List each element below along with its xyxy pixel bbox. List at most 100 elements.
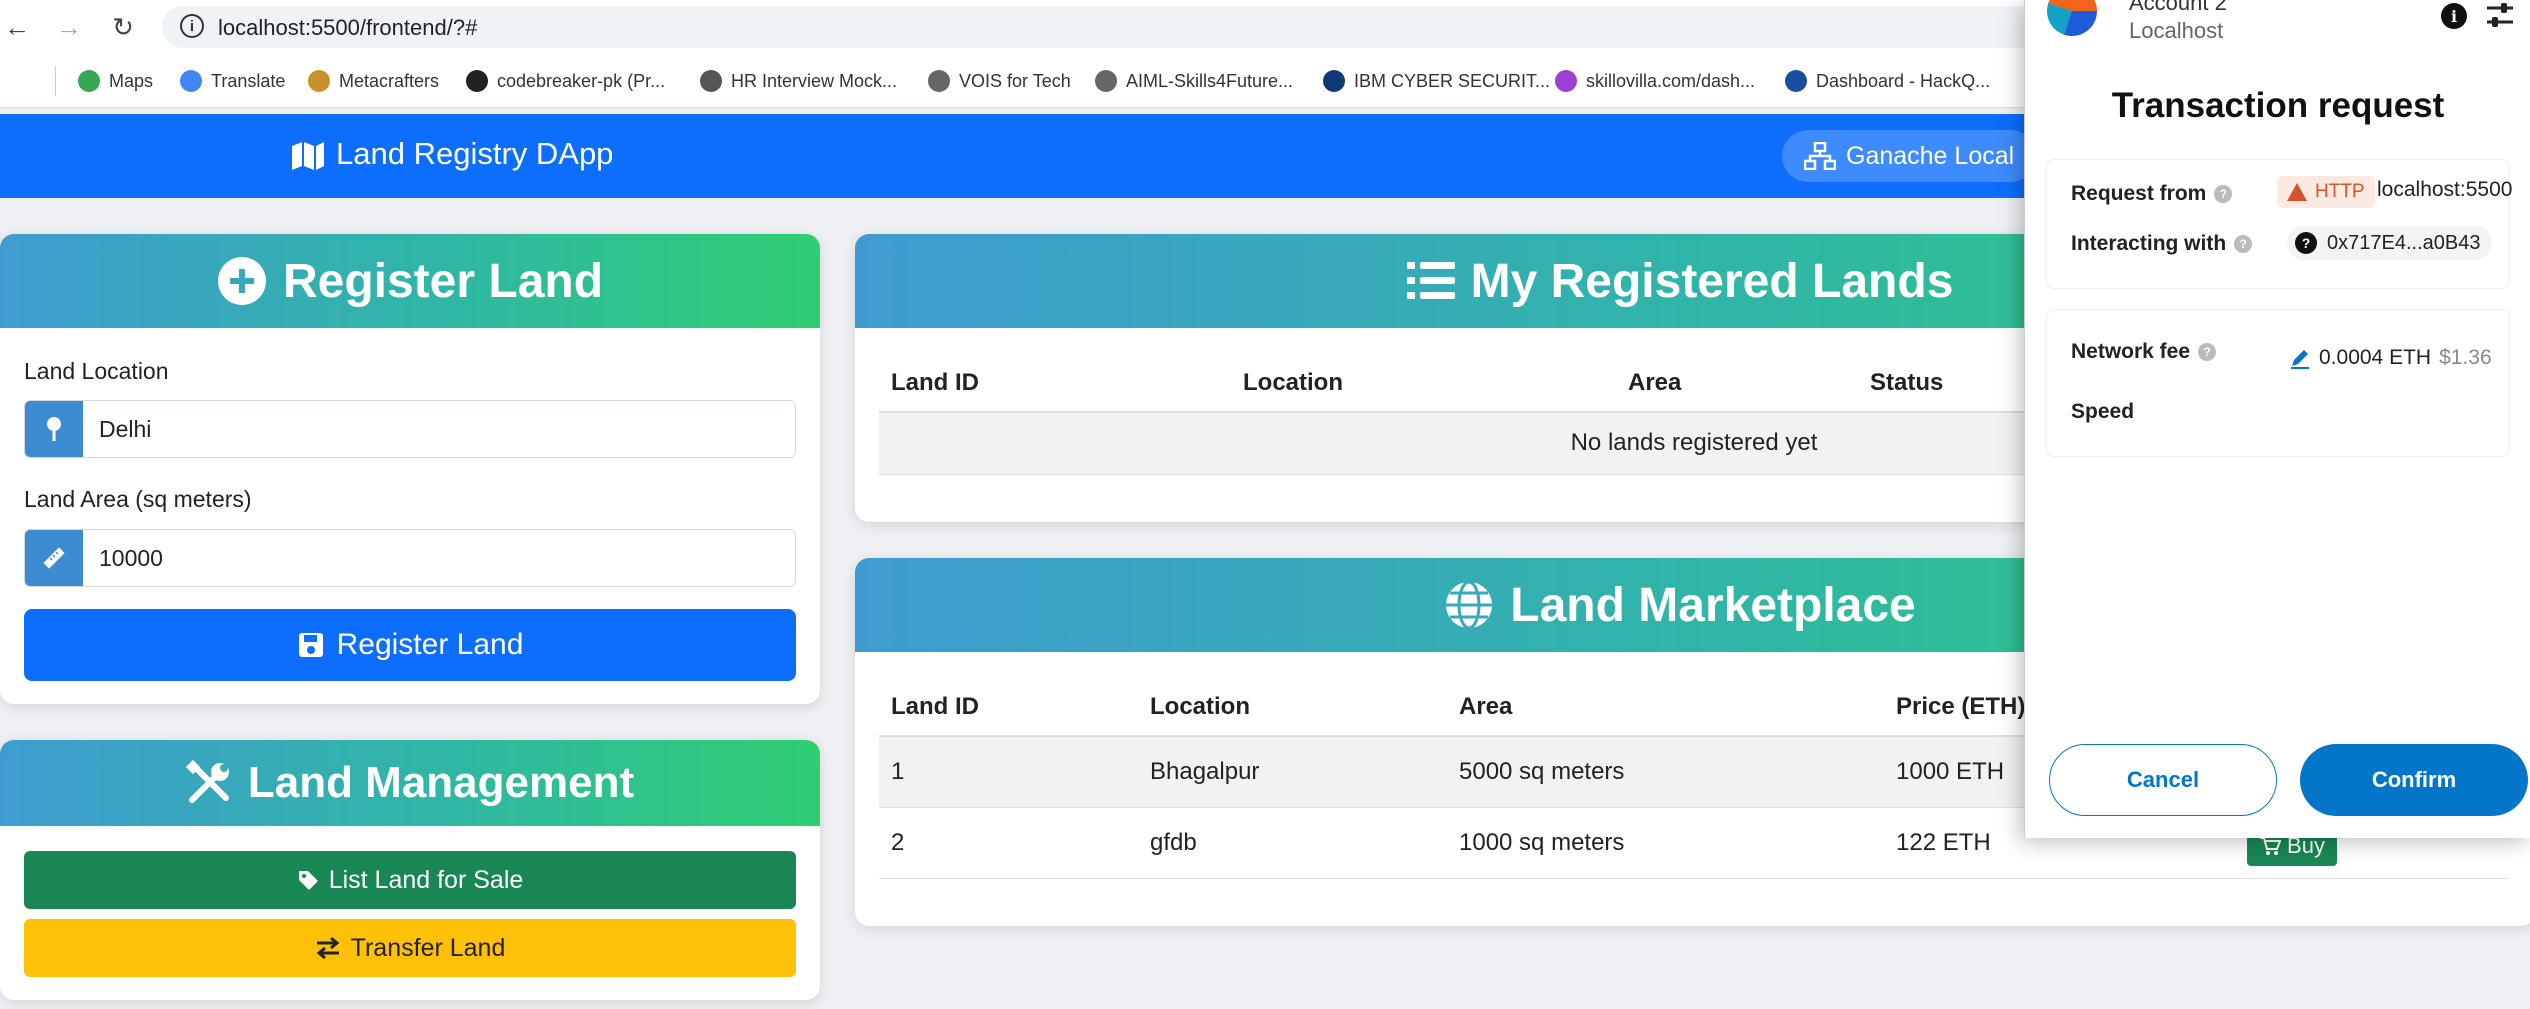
bookmark-item[interactable]: Dashboard - HackQ... xyxy=(1785,68,1990,94)
globe-icon xyxy=(1446,580,1493,630)
cart-icon xyxy=(2260,837,2282,855)
bookmark-label: Translate xyxy=(211,70,286,91)
request-from-label: Request from? xyxy=(2071,182,2233,206)
request-host: localhost:5500 xyxy=(2377,178,2513,201)
bookmark-item[interactable]: AIML-Skills4Future... xyxy=(1095,68,1293,94)
cell-area: 5000 sq meters xyxy=(1447,736,1884,808)
cell-land-id: 1 xyxy=(879,736,1138,808)
col-land-id: Land ID xyxy=(879,354,1231,413)
list-icon xyxy=(1406,262,1455,299)
network-badge: Ganache Local xyxy=(1782,130,2037,182)
bookmark-item[interactable]: VOIS for Tech xyxy=(928,68,1071,94)
land-management-title: Land Management xyxy=(247,758,635,807)
register-land-card: Register Land Land Location Delhi Land A… xyxy=(0,234,820,704)
bookmarks-divider xyxy=(55,66,56,96)
col-land-id: Land ID xyxy=(879,678,1138,737)
land-area-label: Land Area (sq meters) xyxy=(24,486,252,512)
ruler-icon xyxy=(25,530,83,586)
my-lands-title: My Registered Lands xyxy=(1470,254,1954,308)
skillovilla-icon xyxy=(1555,70,1577,92)
network-host: Localhost xyxy=(2129,18,2224,43)
land-location-label: Land Location xyxy=(24,358,169,384)
speed-label: Speed xyxy=(2071,400,2135,423)
land-area-field[interactable]: 10000 xyxy=(24,529,796,587)
translate-icon xyxy=(180,70,202,92)
brand-title: Land Registry DApp xyxy=(336,136,614,171)
metamask-popup: Account 2 Localhost i Transaction reques… xyxy=(2024,0,2530,838)
register-land-header: Register Land xyxy=(0,234,820,328)
yl-icon xyxy=(1323,70,1345,92)
plus-circle-icon xyxy=(217,257,266,305)
bookmark-item[interactable]: Maps xyxy=(78,68,153,94)
transfer-land-label: Transfer Land xyxy=(350,933,506,962)
back-icon[interactable]: ← xyxy=(0,10,34,44)
http-warning-badge: HTTP xyxy=(2277,176,2375,208)
bookmark-item[interactable]: Translate xyxy=(180,68,285,94)
unknown-contract-icon: ? xyxy=(2295,232,2317,254)
bookmark-label: codebreaker-pk (Pr... xyxy=(497,70,666,91)
bookmark-label: AIML-Skills4Future... xyxy=(1126,70,1294,91)
tata-icon xyxy=(1785,70,1807,92)
interacting-with-label: Interacting with? xyxy=(2071,232,2253,256)
network-icon xyxy=(1804,142,1836,170)
marketplace-title: Land Marketplace xyxy=(1510,578,1916,632)
cell-location: Bhagalpur xyxy=(1138,736,1447,808)
network-fee-value[interactable]: 0.0004 ETH $1.36 xyxy=(2289,346,2492,370)
col-area: Area xyxy=(1616,354,1858,413)
globe-icon xyxy=(1095,70,1117,92)
url-text[interactable]: localhost:5500/frontend/?# xyxy=(218,15,477,41)
help-icon[interactable]: ? xyxy=(2234,235,2253,254)
cell-area: 1000 sq meters xyxy=(1447,807,1884,879)
network-fee-label: Network fee? xyxy=(2071,340,2217,364)
transaction-request-title: Transaction request xyxy=(2111,86,2445,125)
fee-details-box: Network fee? 0.0004 ETH $1.36 Speed xyxy=(2047,310,2509,456)
bookmark-label: Metacrafters xyxy=(339,70,440,91)
openai-icon xyxy=(700,70,722,92)
land-management-card: Land Management List Land for Sale Trans… xyxy=(0,740,820,1000)
site-info-icon[interactable]: i xyxy=(180,14,204,38)
tools-icon xyxy=(185,760,229,803)
map-icon xyxy=(292,142,324,170)
land-area-input[interactable]: 10000 xyxy=(83,530,163,586)
col-location: Location xyxy=(1138,678,1447,737)
help-icon[interactable]: ? xyxy=(2214,185,2233,204)
settings-sliders-icon[interactable] xyxy=(2485,0,2515,30)
warning-icon xyxy=(2287,183,2307,201)
app-brand[interactable]: Land Registry DApp xyxy=(290,136,613,172)
exchange-icon xyxy=(316,936,339,960)
help-icon[interactable]: ? xyxy=(2198,343,2217,362)
bookmark-item[interactable]: IBM CYBER SECURIT... xyxy=(1323,68,1550,94)
forward-icon[interactable]: → xyxy=(52,10,86,44)
register-land-button-label: Register Land xyxy=(336,628,524,661)
col-area: Area xyxy=(1447,678,1884,737)
github-icon xyxy=(466,70,488,92)
register-land-button[interactable]: Register Land xyxy=(24,609,796,681)
bookmark-item[interactable]: skillovilla.com/dash... xyxy=(1555,68,1755,94)
land-location-input[interactable]: Delhi xyxy=(83,401,151,457)
confirm-button[interactable]: Confirm xyxy=(2300,744,2528,816)
land-location-field[interactable]: Delhi xyxy=(24,400,796,458)
contract-address-pill[interactable]: ? 0x717E4...a0B43 xyxy=(2287,226,2493,260)
maps-icon xyxy=(78,70,100,92)
bookmark-label: Dashboard - HackQ... xyxy=(1816,70,1991,91)
bookmark-item[interactable]: codebreaker-pk (Pr... xyxy=(466,68,665,94)
network-label: Ganache Local xyxy=(1846,141,2015,170)
land-management-header: Land Management xyxy=(0,740,820,826)
bookmark-item[interactable]: Metacrafters xyxy=(308,68,439,94)
account-name[interactable]: Account 2 xyxy=(2129,0,2227,16)
reload-icon[interactable]: ↻ xyxy=(106,10,140,44)
request-details-box: Request from? HTTP localhost:5500 Intera… xyxy=(2047,160,2513,288)
tag-icon xyxy=(298,871,318,890)
info-icon[interactable]: i xyxy=(2441,3,2467,29)
edit-pencil-icon[interactable] xyxy=(2289,347,2311,369)
register-land-title: Register Land xyxy=(282,254,604,308)
save-icon xyxy=(298,633,323,657)
list-land-for-sale-button[interactable]: List Land for Sale xyxy=(24,851,796,909)
bookmark-label: IBM CYBER SECURIT... xyxy=(1354,70,1551,91)
bookmark-item[interactable]: HR Interview Mock... xyxy=(700,68,897,94)
list-land-label: List Land for Sale xyxy=(328,865,524,894)
transfer-land-button[interactable]: Transfer Land xyxy=(24,919,796,977)
cancel-button[interactable]: Cancel xyxy=(2049,744,2277,816)
bookmark-label: Maps xyxy=(109,70,154,91)
account-avatar[interactable] xyxy=(2047,0,2097,36)
